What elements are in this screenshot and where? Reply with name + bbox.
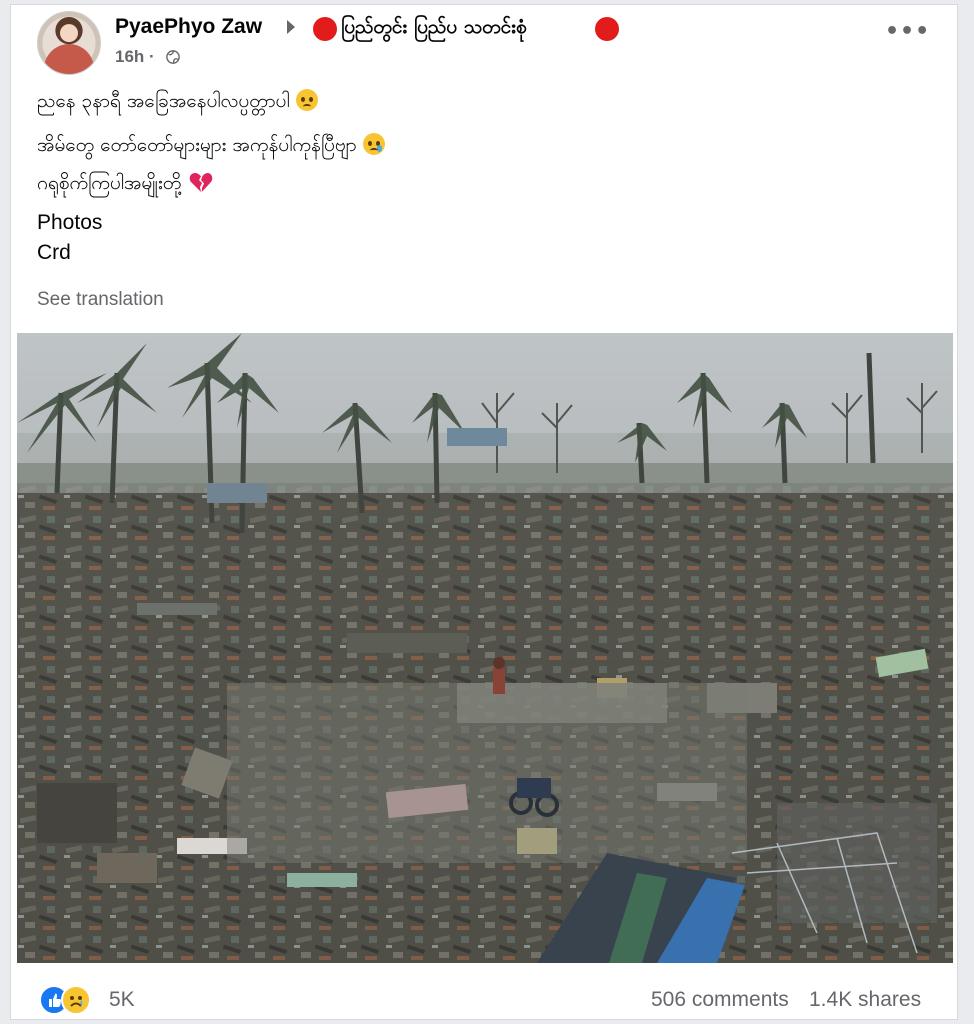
separator-dot: ·	[149, 47, 155, 66]
post-text-line-1-text: ညနေ ၃နာရီ အခြေအနေပါလပ္ပတ္တာပါ	[37, 90, 290, 112]
post-timestamp[interactable]: 16h ·	[115, 47, 155, 67]
broken-heart-icon	[190, 173, 213, 192]
red-circle-icon	[313, 17, 337, 41]
group-name[interactable]: ပြည်တွင်း ပြည်ပ သတင်းစုံ	[341, 15, 527, 43]
see-translation-link[interactable]: See translation	[37, 289, 164, 311]
sad-icon	[61, 985, 91, 1015]
arrow-right-icon	[287, 20, 295, 34]
post-text-line-1: ညနေ ၃နာရီ အခြေအနေပါလပ္ပတ္တာပါ	[37, 89, 318, 117]
more-options-button[interactable]: •••	[885, 21, 929, 45]
crying-face-icon	[362, 133, 385, 155]
post-text-line-3: ဂရုစိုက်ကြပါအမျိုးတို့	[37, 171, 213, 199]
photos-label: Photos	[37, 211, 103, 234]
red-circle-icon	[595, 17, 619, 41]
author-avatar[interactable]	[37, 11, 101, 75]
author-name[interactable]: PyaePhyo Zaw	[115, 15, 262, 39]
timestamp-text[interactable]: 16h	[115, 47, 144, 66]
shares-count[interactable]: 1.4K shares	[809, 988, 921, 1012]
post-text-line-2: အိမ်တွေ တော်တော်များများ အကုန်ပါကုန်ပြီဗ…	[37, 133, 385, 161]
reactions-count[interactable]: 5K	[109, 988, 135, 1012]
sad-face-icon	[295, 89, 318, 111]
globe-icon[interactable]	[166, 50, 180, 64]
post-text-line-2-text: အိမ်တွေ တော်တော်များများ အကုန်ပါကုန်ပြီဗ…	[37, 134, 357, 156]
comments-count[interactable]: 506 comments	[651, 988, 789, 1012]
credit-label: Crd	[37, 241, 71, 264]
post-photo[interactable]	[17, 333, 953, 963]
post-card: PyaePhyo Zaw ပြည်တွင်း ပြည်ပ သတင်းစုံ ••…	[10, 4, 958, 1020]
reactions-summary[interactable]	[39, 985, 159, 1015]
post-text-line-3-text: ဂရုစိုက်ကြပါအမျိုးတို့	[37, 172, 182, 194]
